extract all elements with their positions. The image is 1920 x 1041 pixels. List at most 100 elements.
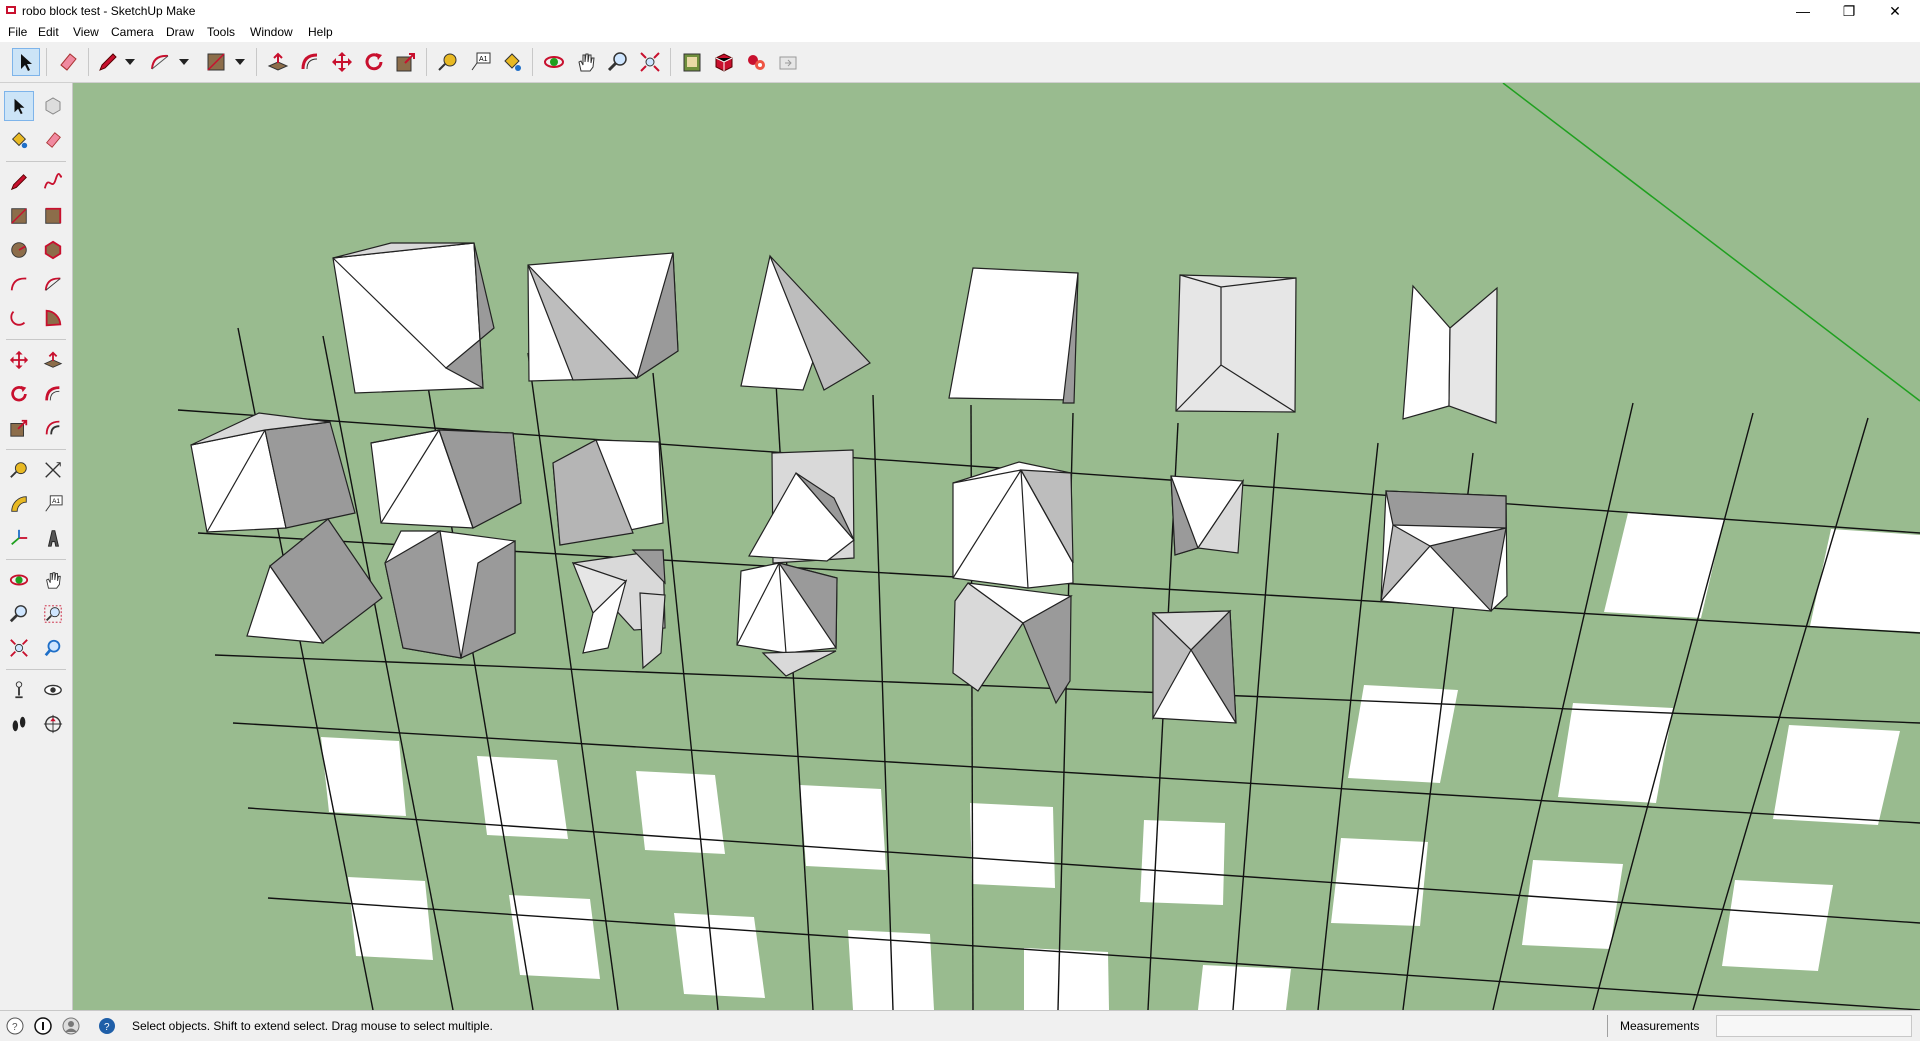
zoom-tool-button[interactable] xyxy=(604,48,632,76)
warehouse-tool-button[interactable] xyxy=(678,48,706,76)
tape-measure-tool-button[interactable] xyxy=(434,48,462,76)
left-walk-button[interactable] xyxy=(4,709,34,739)
pie-icon xyxy=(45,309,62,327)
model-viewport[interactable] xyxy=(73,83,1920,1010)
orbit-tool-button[interactable] xyxy=(540,48,568,76)
left-offset-button[interactable] xyxy=(38,413,68,443)
chevron-down-icon xyxy=(235,59,245,65)
component-tool-button[interactable] xyxy=(742,48,770,76)
previous-icon xyxy=(44,639,61,657)
move-tool-button[interactable] xyxy=(328,48,356,76)
left-freehand-button[interactable] xyxy=(38,167,68,197)
menu-draw[interactable]: Draw xyxy=(166,25,194,39)
checker-tile xyxy=(1522,860,1623,949)
left-tape-measure-button[interactable] xyxy=(4,455,34,485)
left-two-point-arc-button[interactable] xyxy=(38,269,68,299)
paint-bucket-tool-button[interactable] xyxy=(498,48,526,76)
sketchup-app-icon xyxy=(6,6,16,14)
left-zoom-extents-button[interactable] xyxy=(4,633,34,663)
left-three-point-arc-button[interactable] xyxy=(4,303,34,333)
circle-icon xyxy=(11,242,27,258)
left-rotated-rectangle-button[interactable] xyxy=(38,201,68,231)
extension-warehouse-tool-button[interactable] xyxy=(710,48,738,76)
left-paint-bucket-button[interactable] xyxy=(4,125,34,155)
left-pie-button[interactable] xyxy=(38,303,68,333)
left-select-button[interactable] xyxy=(4,91,34,121)
credits-icon[interactable] xyxy=(34,1017,52,1035)
left-component-button[interactable] xyxy=(38,91,68,121)
rectangle-dropdown[interactable] xyxy=(234,48,246,76)
left-scale-button[interactable] xyxy=(4,413,34,443)
checker-tile xyxy=(1331,838,1428,926)
pencil-icon xyxy=(99,53,117,71)
checker-tile xyxy=(321,737,406,816)
left-arc-button[interactable] xyxy=(4,269,34,299)
menu-view[interactable]: View xyxy=(73,25,99,39)
share-model-tool-button[interactable] xyxy=(774,48,802,76)
close-button[interactable]: ✕ xyxy=(1872,0,1918,22)
user-account-icon[interactable] xyxy=(62,1017,80,1035)
svg-text:A1: A1 xyxy=(479,56,488,63)
left-section-plane-button[interactable] xyxy=(38,709,68,739)
menu-file[interactable]: File xyxy=(8,25,27,39)
left-follow-me-button[interactable] xyxy=(38,379,68,409)
pan-tool-button[interactable] xyxy=(572,48,600,76)
geo-location-icon[interactable]: ? xyxy=(6,1017,24,1035)
status-message: Select objects. Shift to extend select. … xyxy=(132,1019,493,1033)
scale-tool-button[interactable] xyxy=(392,48,420,76)
measurements-label: Measurements xyxy=(1620,1019,1700,1033)
menu-edit[interactable]: Edit xyxy=(38,25,59,39)
left-dimension-button[interactable] xyxy=(38,455,68,485)
restore-button[interactable]: ❐ xyxy=(1826,0,1872,22)
zoom-window-icon xyxy=(44,605,62,623)
left-position-camera-button[interactable] xyxy=(4,675,34,705)
menu-camera[interactable]: Camera xyxy=(111,25,154,39)
rectangle-tool-button[interactable] xyxy=(202,48,230,76)
left-polygon-button[interactable] xyxy=(38,235,68,265)
arc-dropdown[interactable] xyxy=(178,48,190,76)
move-icon xyxy=(332,52,352,72)
left-line-button[interactable] xyxy=(4,167,34,197)
rotate-tool-button[interactable] xyxy=(360,48,388,76)
toolbar-separator xyxy=(88,48,89,76)
toolbar-separator xyxy=(670,48,671,76)
left-text-button[interactable]: A1 xyxy=(38,489,68,519)
select-tool-button[interactable] xyxy=(12,48,40,76)
left-rotate-button[interactable] xyxy=(4,379,34,409)
left-circle-button[interactable] xyxy=(4,235,34,265)
menu-window[interactable]: Window xyxy=(250,25,293,39)
left-look-around-button[interactable] xyxy=(38,675,68,705)
chevron-down-icon xyxy=(179,59,189,65)
left-zoom-button[interactable] xyxy=(4,599,34,629)
model-canvas[interactable] xyxy=(73,83,1920,1010)
left-previous-button[interactable] xyxy=(38,633,68,663)
text-tool-button[interactable]: A1 xyxy=(466,48,494,76)
arc-tool-button[interactable] xyxy=(146,48,174,76)
left-orbit-button[interactable] xyxy=(4,565,34,595)
block-face xyxy=(1175,274,1297,413)
left-push-pull-button[interactable] xyxy=(38,345,68,375)
menu-tools[interactable]: Tools xyxy=(207,25,235,39)
pencil-dropdown[interactable] xyxy=(124,48,136,76)
left-pan-button[interactable] xyxy=(38,565,68,595)
left-rectangle-button[interactable] xyxy=(4,201,34,231)
minimize-button[interactable]: — xyxy=(1780,0,1826,22)
follow-me-icon xyxy=(301,53,318,70)
help-instructor-icon[interactable]: ? xyxy=(98,1017,116,1035)
left-protractor-button[interactable] xyxy=(4,489,34,519)
zoom-extents-tool-button[interactable] xyxy=(636,48,664,76)
arc-icon xyxy=(10,277,27,291)
menu-help[interactable]: Help xyxy=(308,25,333,39)
left-eraser-button[interactable] xyxy=(38,125,68,155)
measurements-input[interactable] xyxy=(1716,1015,1912,1037)
left-toolbar-separator xyxy=(6,339,66,340)
block-face xyxy=(1385,490,1507,529)
eraser-tool-button[interactable] xyxy=(54,48,82,76)
follow-me-tool-button[interactable] xyxy=(296,48,324,76)
left-zoom-window-button[interactable] xyxy=(38,599,68,629)
left-move-button[interactable] xyxy=(4,345,34,375)
left-3d-text-button[interactable] xyxy=(38,523,68,553)
push-pull-tool-button[interactable] xyxy=(264,48,292,76)
left-axes-button[interactable] xyxy=(4,523,34,553)
pencil-tool-button[interactable] xyxy=(94,48,122,76)
